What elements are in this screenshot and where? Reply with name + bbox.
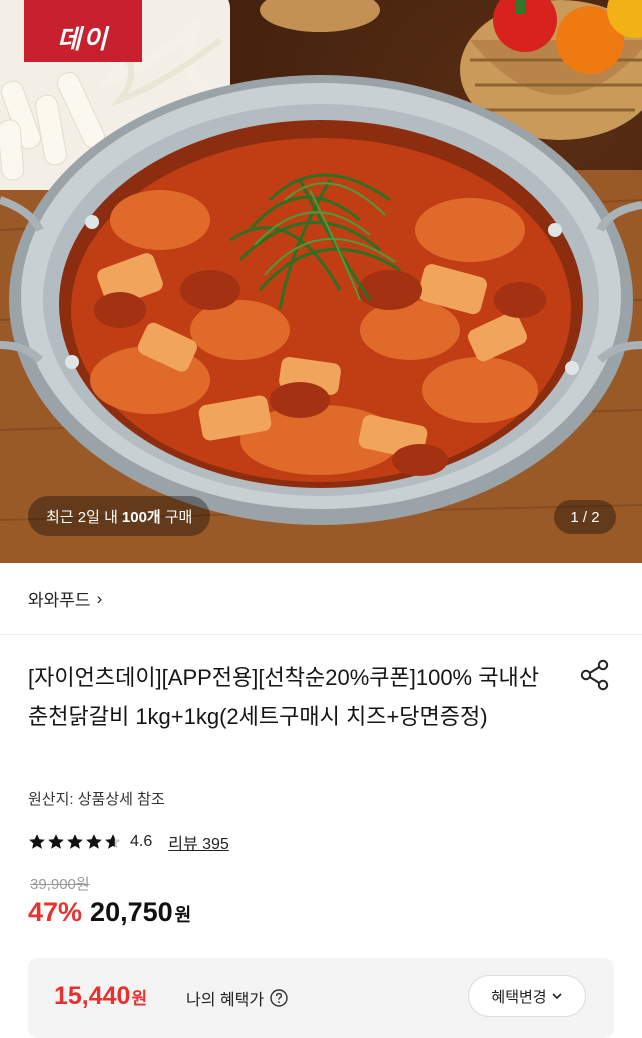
- star-icon: [48, 834, 64, 849]
- price-row: 47% 20,750 원: [28, 897, 191, 928]
- original-price: 39,900원: [30, 876, 90, 893]
- benefit-label-text: 나의 혜택가: [186, 992, 265, 1009]
- sale-price: 20,750: [90, 897, 173, 927]
- benefit-price-unit: 원: [131, 989, 148, 1008]
- benefit-label: 나의 혜택가: [186, 986, 288, 1010]
- chevron-down-icon: [552, 993, 562, 1000]
- star-icon: [105, 834, 121, 849]
- recent-purchase-prefix: 최근 2일 내: [46, 508, 118, 526]
- product-title: [자이언츠데이][APP전용][선착순20%쿠폰]100% 국내산 춘천닭갈비 …: [28, 665, 539, 729]
- dakgalbi-photo: [0, 0, 642, 563]
- benefit-price: 15,440 원: [54, 982, 147, 1011]
- rating-row: 4.6 리뷰 395: [28, 830, 229, 854]
- chevron-right-icon: ›: [96, 588, 103, 608]
- change-benefit-button[interactable]: 혜택변경: [468, 975, 586, 1017]
- benefit-price-value: 15,440: [54, 982, 131, 1010]
- recent-purchase-suffix: 구매: [164, 508, 193, 526]
- recent-purchase-badge: 최근 2일 내 100개 구매: [28, 496, 211, 536]
- help-circle-icon[interactable]: [270, 989, 288, 1007]
- benefit-price-box: 15,440 원 나의 혜택가 혜택변경: [28, 958, 614, 1038]
- sale-price-currency: 원: [174, 905, 192, 925]
- star-icon: [67, 834, 83, 849]
- brand-logo: 데이: [24, 0, 142, 62]
- review-count-link[interactable]: 리뷰 395: [168, 830, 229, 854]
- star-rating: [28, 833, 122, 851]
- star-icon: [86, 834, 102, 849]
- product-image[interactable]: 데이 최근 2일 내 100개 구매 1 / 2: [0, 0, 642, 563]
- seller-name: 와와푸드: [28, 591, 91, 610]
- share-icon[interactable]: [578, 658, 612, 692]
- image-page-indicator: 1 / 2: [554, 500, 616, 534]
- rating-value: 4.6: [130, 833, 153, 850]
- brand-logo-text: 데이: [57, 24, 109, 54]
- star-icon: [29, 834, 45, 849]
- seller-link[interactable]: 와와푸드 ›: [0, 563, 642, 635]
- change-benefit-label: 혜택변경: [491, 988, 547, 1006]
- discount-rate: 47%: [28, 897, 83, 927]
- recent-purchase-count: 100개: [121, 508, 161, 526]
- origin-info: 원산지: 상품상세 참조: [28, 791, 165, 808]
